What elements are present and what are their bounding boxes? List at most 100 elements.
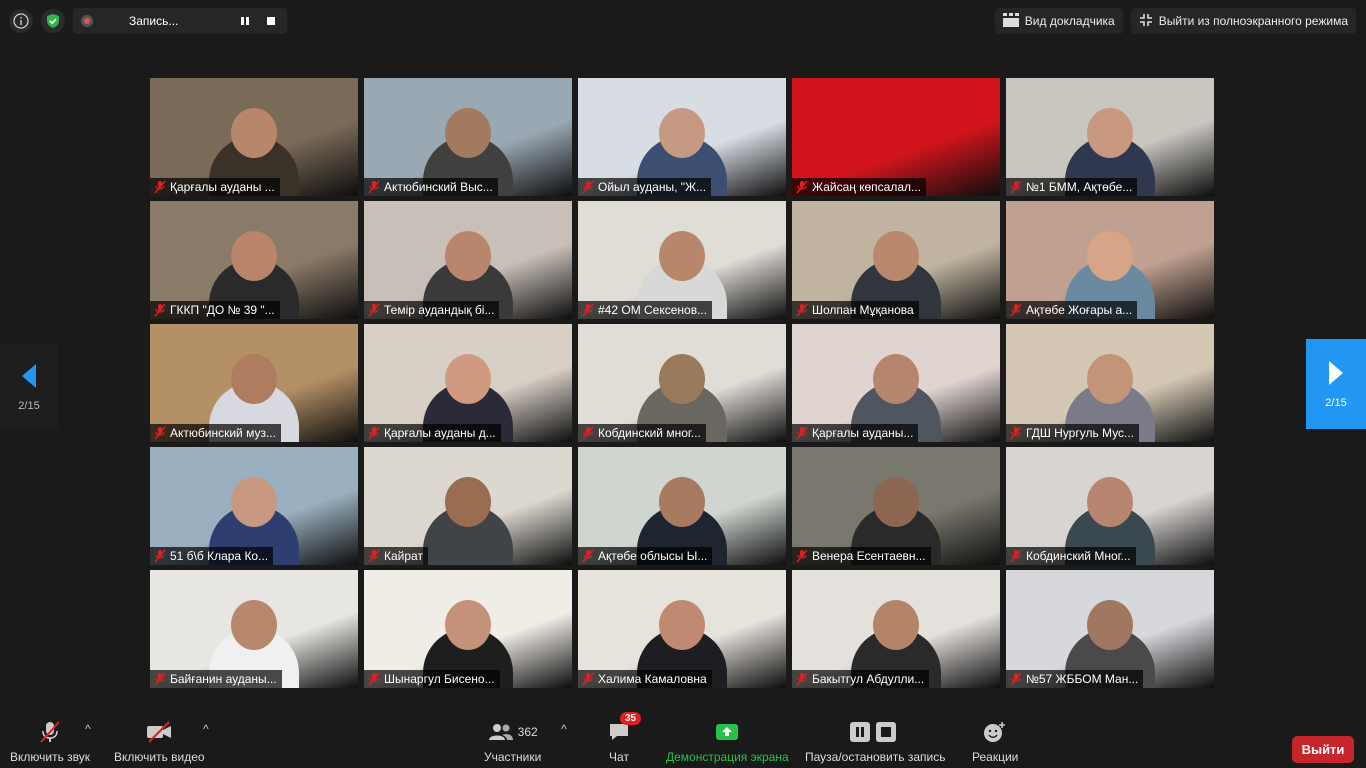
chat-button[interactable]: 35 Чат xyxy=(608,712,642,764)
speaker-view-button[interactable]: Вид докладчика xyxy=(994,8,1123,34)
participant-name: Шынаргул Бисено... xyxy=(384,672,495,686)
participant-tile[interactable]: Ақтөбе Жоғары а... xyxy=(1006,201,1214,319)
participant-name: Венера Есентаевн... xyxy=(812,549,926,563)
participant-tile[interactable]: Ойыл ауданы, "Ж... xyxy=(578,78,786,196)
participant-name-tag: Жайсаң көпсалал... xyxy=(792,178,927,196)
participant-name: 51 б\б Клара Ко... xyxy=(170,549,269,563)
participant-tile[interactable]: Актюбинский Выс... xyxy=(364,78,572,196)
pause-recording-button[interactable] xyxy=(237,13,253,29)
participant-name-tag: Кобдинский Мног... xyxy=(1006,547,1136,565)
participant-name-tag: Шынаргул Бисено... xyxy=(364,670,500,688)
participant-tile[interactable]: Қарғалы ауданы ... xyxy=(150,78,358,196)
exit-fullscreen-button[interactable]: Выйти из полноэкранного режима xyxy=(1130,8,1356,34)
participant-tile[interactable]: Ақтөбе облысы Ы... xyxy=(578,447,786,565)
participant-tile[interactable]: Жайсаң көпсалал... xyxy=(792,78,1000,196)
muted-microphone-icon xyxy=(368,549,380,563)
participant-tile[interactable]: Венера Есентаевн... xyxy=(792,447,1000,565)
participant-name-tag: Кайрат xyxy=(364,547,428,565)
reactions-button[interactable]: Реакции xyxy=(972,720,1018,764)
participant-tile[interactable]: ГККП "ДО № 39 "... xyxy=(150,201,358,319)
participant-tile[interactable]: Кобдинский мног... xyxy=(578,324,786,442)
participant-name: Халима Камаловна xyxy=(598,672,707,686)
start-video-label: Включить видео xyxy=(114,750,205,764)
participant-name-tag: Қарғалы ауданы ... xyxy=(150,178,280,196)
participant-name: ГККП "ДО № 39 "... xyxy=(170,303,275,317)
speaker-view-label: Вид докладчика xyxy=(1024,14,1115,28)
muted-microphone-icon xyxy=(368,672,380,686)
participant-name: Жайсаң көпсалал... xyxy=(812,180,922,194)
participant-name-tag: Ақтөбе Жоғары а... xyxy=(1006,301,1138,319)
participant-name: Актюбинский муз... xyxy=(170,426,276,440)
video-options-chevron-icon[interactable]: ^ xyxy=(203,722,209,736)
participant-name: №57 ЖББОМ Ман... xyxy=(1026,672,1139,686)
participant-head xyxy=(659,600,705,650)
speaker-view-icon xyxy=(1002,12,1019,30)
participant-head xyxy=(873,231,919,281)
participants-options-chevron-icon[interactable]: ^ xyxy=(561,722,567,736)
stop-recording-button[interactable] xyxy=(263,13,279,29)
participant-name-tag: #42 ОМ Сексенов... xyxy=(578,301,713,319)
participant-tile[interactable]: Кобдинский Мног... xyxy=(1006,447,1214,565)
next-page-button[interactable]: 2/15 xyxy=(1306,339,1366,429)
participant-name: Кайрат xyxy=(384,549,423,563)
arrow-right-icon xyxy=(1329,361,1343,385)
participant-head xyxy=(873,600,919,650)
muted-microphone-icon xyxy=(582,672,594,686)
participant-tile[interactable]: Шолпан Мұқанова xyxy=(792,201,1000,319)
participant-head xyxy=(1087,354,1133,404)
previous-page-button[interactable]: 2/15 xyxy=(0,345,58,429)
participant-name-tag: Ақтөбе облысы Ы... xyxy=(578,547,713,565)
participant-tile[interactable]: Қарғалы ауданы... xyxy=(792,324,1000,442)
participant-tile[interactable]: Байғанин ауданы... xyxy=(150,570,358,688)
muted-microphone-icon xyxy=(796,549,808,563)
muted-microphone-icon xyxy=(154,672,166,686)
participant-tile[interactable]: ГДШ Нургуль Мус... xyxy=(1006,324,1214,442)
muted-microphone-icon xyxy=(1010,549,1022,563)
participants-count: 362 xyxy=(517,725,538,739)
share-screen-button[interactable]: Демонстрация экрана xyxy=(666,720,789,764)
muted-microphone-icon xyxy=(582,303,594,317)
participant-head xyxy=(1087,231,1133,281)
participant-name: Қарғалы ауданы... xyxy=(812,426,914,440)
unmute-button[interactable]: Включить звук xyxy=(10,720,90,764)
participant-tile[interactable]: #42 ОМ Сексенов... xyxy=(578,201,786,319)
participant-name: Бакытгул Абдулли... xyxy=(812,672,925,686)
participant-tile[interactable]: Бакытгул Абдулли... xyxy=(792,570,1000,688)
audio-options-chevron-icon[interactable]: ^ xyxy=(85,722,91,736)
participant-tile[interactable]: Кайрат xyxy=(364,447,572,565)
pause-stop-recording-button[interactable]: Пауза/остановить запись xyxy=(805,720,945,764)
participant-tile[interactable]: №57 ЖББОМ Ман... xyxy=(1006,570,1214,688)
participant-tile[interactable]: Қарғалы ауданы д... xyxy=(364,324,572,442)
participants-button[interactable]: 362 Участники xyxy=(484,720,541,764)
start-video-button[interactable]: Включить видео xyxy=(114,720,205,764)
muted-microphone-icon xyxy=(154,426,166,440)
microphone-muted-icon xyxy=(37,720,63,744)
participant-head xyxy=(659,231,705,281)
page-indicator-left: 2/15 xyxy=(18,400,40,412)
participant-name-tag: Темір аудандық бі... xyxy=(364,301,500,319)
participant-tile[interactable]: Темір аудандық бі... xyxy=(364,201,572,319)
participant-name: Қарғалы ауданы ... xyxy=(170,180,275,194)
participant-tile[interactable]: Актюбинский муз... xyxy=(150,324,358,442)
participant-name-tag: Қарғалы ауданы д... xyxy=(364,424,501,442)
participant-tile[interactable]: №1 БММ, Ақтөбе... xyxy=(1006,78,1214,196)
reactions-label: Реакции xyxy=(972,750,1019,764)
exit-fullscreen-icon xyxy=(1139,13,1153,30)
participant-name-tag: Ойыл ауданы, "Ж... xyxy=(578,178,712,196)
security-shield-icon[interactable] xyxy=(41,9,65,33)
participant-name: Қарғалы ауданы д... xyxy=(384,426,496,440)
participant-tile[interactable]: 51 б\б Клара Ко... xyxy=(150,447,358,565)
participant-head xyxy=(1087,108,1133,158)
participant-head xyxy=(231,600,277,650)
muted-microphone-icon xyxy=(368,303,380,317)
participant-name: #42 ОМ Сексенов... xyxy=(598,303,708,317)
unmute-label: Включить звук xyxy=(10,750,91,764)
muted-microphone-icon xyxy=(582,426,594,440)
participant-head xyxy=(231,477,277,527)
info-icon[interactable] xyxy=(9,9,33,33)
participant-tile[interactable]: Халима Камаловна xyxy=(578,570,786,688)
recording-indicator: Запись... xyxy=(73,8,287,34)
participant-head xyxy=(445,477,491,527)
leave-meeting-button[interactable]: Выйти xyxy=(1292,736,1354,763)
participant-tile[interactable]: Шынаргул Бисено... xyxy=(364,570,572,688)
